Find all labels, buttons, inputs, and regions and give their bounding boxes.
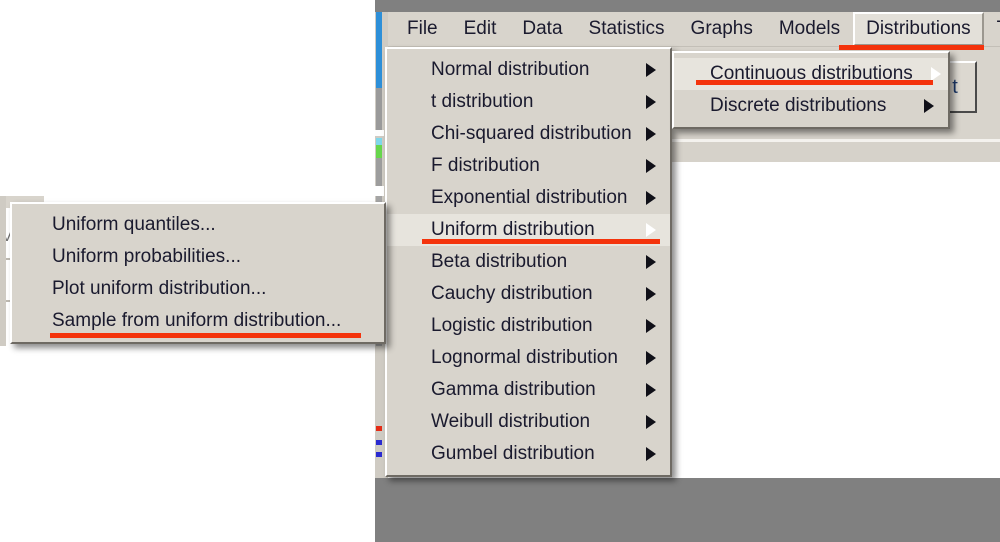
menu-bar-item-data[interactable]: Data — [509, 12, 575, 46]
menu-item-lognormal-distribution[interactable]: Lognormal distribution — [387, 342, 670, 374]
menu-item-logistic-distribution[interactable]: Logistic distribution — [387, 310, 670, 342]
menu-item-uniform-probabilities[interactable]: Uniform probabilities... — [12, 241, 384, 273]
chevron-right-icon — [646, 351, 656, 365]
menu-item-label: Logistic distribution — [431, 315, 628, 337]
menu-item-label: Beta distribution — [431, 251, 628, 273]
menu-item-exponential-distribution[interactable]: Exponential distribution — [387, 182, 670, 214]
rail-segment-red — [376, 426, 382, 431]
menu-item-label: Exponential distribution — [431, 187, 640, 209]
menu-item-label: Gamma distribution — [431, 379, 628, 401]
menu-item-label: Chi-squared distribution — [431, 123, 640, 145]
chevron-right-icon — [646, 447, 656, 461]
chevron-right-icon — [646, 95, 656, 109]
menu-item-plot-uniform-distribution[interactable]: Plot uniform distribution... — [12, 273, 384, 305]
rail-segment-white-1 — [375, 130, 384, 136]
menu-item-label: Cauchy distribution — [431, 283, 628, 305]
menu-item-label: Uniform quantiles... — [52, 214, 364, 236]
menu-bar-item-models[interactable]: Models — [766, 12, 853, 46]
chevron-right-icon — [646, 63, 656, 77]
menu-item-label: Gumbel distribution — [431, 443, 628, 465]
menu-item-label: t distribution — [431, 91, 628, 113]
menu-item-uniform-distribution[interactable]: Uniform distribution — [387, 214, 670, 246]
distribution-type-submenu: Continuous distributions Discrete distri… — [672, 51, 950, 129]
menu-item-sample-from-uniform-distribution[interactable]: Sample from uniform distribution... — [12, 305, 384, 337]
chevron-right-icon — [646, 415, 656, 429]
menu-item-label: Continuous distributions — [710, 63, 913, 85]
chevron-right-icon — [646, 287, 656, 301]
menu-item-label: Lognormal distribution — [431, 347, 638, 369]
menu-item-gamma-distribution[interactable]: Gamma distribution — [387, 374, 670, 406]
menu-item-weibull-distribution[interactable]: Weibull distribution — [387, 406, 670, 438]
chevron-right-icon — [646, 319, 656, 333]
menu-bar-item-statistics[interactable]: Statistics — [576, 12, 678, 46]
rail-segment-blue — [376, 12, 382, 88]
menu-bar-item-distributions[interactable]: Distributions — [853, 12, 984, 46]
menu-item-discrete-distributions[interactable]: Discrete distributions — [674, 90, 948, 122]
menu-bar-item-file[interactable]: File — [394, 12, 451, 46]
menu-item-normal-distribution[interactable]: Normal distribution — [387, 54, 670, 86]
chevron-right-icon — [931, 67, 941, 81]
menu-item-label: Sample from uniform distribution... — [52, 310, 364, 332]
background-fragment-rail — [0, 196, 6, 346]
chevron-right-icon — [646, 191, 656, 205]
rail-segment-gray-2 — [376, 158, 382, 186]
menu-bar-item-edit[interactable]: Edit — [451, 12, 510, 46]
chevron-right-icon — [646, 159, 656, 173]
menu-item-label: Normal distribution — [431, 59, 628, 81]
menu-bar: File Edit Data Statistics Graphs Models … — [388, 12, 1000, 46]
chevron-right-icon — [646, 127, 656, 141]
desktop-background-bottom — [375, 478, 1000, 542]
menu-item-label: Uniform distribution — [431, 219, 628, 241]
menu-item-label: Weibull distribution — [431, 411, 628, 433]
menu-item-t-distribution[interactable]: t distribution — [387, 86, 670, 118]
rail-segment-gray-1 — [376, 88, 382, 130]
menu-item-label: Plot uniform distribution... — [52, 278, 364, 300]
menu-item-continuous-distributions[interactable]: Continuous distributions — [674, 58, 948, 90]
menu-item-f-distribution[interactable]: F distribution — [387, 150, 670, 182]
menu-item-gumbel-distribution[interactable]: Gumbel distribution — [387, 438, 670, 470]
screenshot-stage: File Edit Data Statistics Graphs Models … — [0, 0, 1000, 542]
chevron-right-icon — [646, 383, 656, 397]
rail-segment-white-2 — [375, 186, 384, 196]
menu-bar-item-graphs[interactable]: Graphs — [678, 12, 766, 46]
chevron-right-icon — [646, 255, 656, 269]
chevron-right-icon — [646, 223, 656, 237]
menu-item-uniform-quantiles[interactable]: Uniform quantiles... — [12, 209, 384, 241]
menu-item-label: F distribution — [431, 155, 628, 177]
rail-segment-blue-3 — [376, 452, 382, 457]
chevron-right-icon — [924, 99, 934, 113]
menu-item-cauchy-distribution[interactable]: Cauchy distribution — [387, 278, 670, 310]
menu-item-label: Uniform probabilities... — [52, 246, 364, 268]
rail-segment-cyan — [376, 138, 382, 145]
distributions-dropdown-menu: Normal distribution t distribution Chi-s… — [385, 47, 672, 477]
menu-item-chi-squared-distribution[interactable]: Chi-squared distribution — [387, 118, 670, 150]
desktop-background-top — [375, 0, 1000, 12]
uniform-distribution-submenu: Uniform quantiles... Uniform probabiliti… — [10, 202, 386, 344]
menu-item-beta-distribution[interactable]: Beta distribution — [387, 246, 670, 278]
menu-item-label: Discrete distributions — [710, 95, 906, 117]
menu-bar-item-tools[interactable]: To — [984, 12, 1000, 46]
rail-segment-blue-2 — [376, 440, 382, 445]
